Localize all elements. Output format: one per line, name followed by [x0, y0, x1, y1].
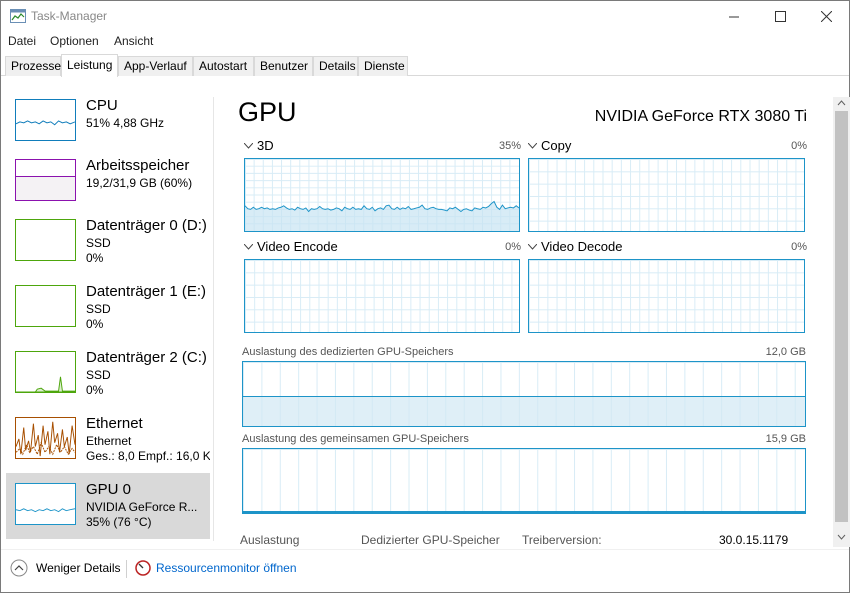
menu-view[interactable]: Ansicht — [114, 34, 153, 48]
shared-memory-fill — [243, 511, 805, 513]
disk-2-thumbnail-graph — [15, 351, 76, 393]
sidebar-item-memory[interactable]: Arbeitsspeicher 19,2/31,9 GB (60%) — [6, 153, 210, 219]
cpu-thumbnail-graph — [15, 99, 76, 141]
sidebar-item-title: Datenträger 1 (E:) — [86, 283, 207, 300]
resource-monitor-icon — [135, 560, 151, 576]
graph-label: Copy — [541, 138, 572, 153]
utilization-label: Auslastung — [240, 533, 300, 547]
tab-processes[interactable]: Prozesse — [5, 56, 61, 76]
sidebar-item-detail: Ethernet — [86, 434, 132, 448]
sidebar-item-disk-0[interactable]: Datenträger 0 (D:) SSD 0% — [6, 213, 210, 279]
chevron-down-icon — [244, 143, 253, 149]
chevron-down-icon — [244, 244, 253, 250]
tab-details[interactable]: Details — [313, 56, 358, 76]
tab-services[interactable]: Dienste — [358, 56, 408, 76]
sidebar-item-detail: SSD — [86, 368, 111, 382]
title-bar: Task-Manager — [1, 1, 849, 32]
sidebar-item-ethernet[interactable]: Ethernet Ethernet Ges.: 8,0 Empf.: 16,0 … — [6, 411, 210, 477]
maximize-button[interactable] — [757, 1, 803, 32]
footer-separator — [126, 560, 127, 578]
sidebar-item-title: Arbeitsspeicher — [86, 157, 190, 174]
graph-label: 3D — [257, 138, 274, 153]
minimize-button[interactable] — [711, 1, 757, 32]
window-title: Task-Manager — [31, 9, 108, 23]
scroll-up-icon[interactable] — [833, 97, 850, 109]
shared-memory-graph — [242, 448, 806, 514]
dedicated-memory-stat-label: Dedizierter GPU-Speicher — [361, 533, 500, 547]
menu-file[interactable]: Datei — [8, 34, 36, 48]
resource-sidebar: CPU 51% 4,88 GHz Arbeitsspeicher 19,2/31… — [1, 93, 213, 543]
resource-monitor-label: Ressourcenmonitor öffnen — [156, 561, 297, 575]
disk-1-thumbnail-graph — [15, 285, 76, 327]
graph-label: Video Encode — [257, 239, 338, 254]
sidebar-item-value: 35% (76 °C) — [86, 515, 152, 529]
close-button[interactable] — [803, 1, 849, 32]
sidebar-item-detail: SSD — [86, 302, 111, 316]
sidebar-item-title: Datenträger 0 (D:) — [86, 217, 207, 234]
menu-options[interactable]: Optionen — [50, 34, 99, 48]
chevron-down-icon — [528, 244, 537, 250]
resource-monitor-link[interactable]: Ressourcenmonitor öffnen — [135, 559, 305, 579]
sidebar-item-value: 0% — [86, 251, 104, 265]
graph-copy-percent: 0% — [791, 140, 807, 152]
footer-bar: Weniger Details Ressourcenmonitor öffnen — [1, 549, 849, 593]
shared-memory-label: Auslastung des gemeinsamen GPU-Speichers — [242, 433, 469, 445]
sidebar-item-title: CPU — [86, 97, 118, 114]
graph-video-decode-percent: 0% — [791, 241, 807, 253]
minimize-icon — [729, 16, 739, 17]
dedicated-memory-max: 12,0 GB — [765, 346, 806, 358]
chevron-down-icon — [528, 143, 537, 149]
sidebar-item-title: GPU 0 — [86, 481, 132, 498]
tab-users[interactable]: Benutzer — [254, 56, 313, 76]
page-title: GPU — [238, 97, 297, 127]
close-icon — [820, 11, 832, 22]
tab-app-history[interactable]: App-Verlauf — [118, 56, 193, 76]
chevron-up-circle-icon — [10, 559, 28, 577]
task-manager-icon — [10, 9, 26, 23]
sidebar-divider — [213, 97, 214, 541]
dedicated-memory-graph — [242, 361, 806, 427]
sidebar-item-detail: SSD — [86, 236, 111, 250]
dedicated-memory-fill — [243, 395, 805, 426]
sidebar-item-value: 0% — [86, 383, 104, 397]
graph-3d-percent: 35% — [498, 140, 521, 152]
dedicated-memory-label: Auslastung des dedizierten GPU-Speichers — [242, 346, 454, 358]
sidebar-item-detail: 19,2/31,9 GB (60%) — [86, 176, 193, 190]
graph-label: Video Decode — [541, 239, 623, 254]
sidebar-item-value: Ges.: 8,0 Empf.: 16,0 KBit — [86, 449, 210, 463]
disk-0-thumbnail-graph — [15, 219, 76, 261]
fewer-details-button[interactable]: Weniger Details — [10, 559, 122, 579]
shared-memory-max: 15,9 GB — [765, 433, 806, 445]
gpu-model-name: NVIDIA GeForce RTX 3080 Ti — [594, 108, 807, 125]
vertical-scrollbar[interactable] — [833, 97, 850, 547]
driver-version-value: 30.0.15.1179 — [719, 533, 789, 547]
sidebar-item-detail: NVIDIA GeForce R... — [86, 500, 198, 514]
scroll-down-icon[interactable] — [833, 531, 850, 543]
task-manager-window: Task-Manager Datei Optionen Ansicht Proz… — [0, 0, 850, 593]
driver-version-label: Treiberversion: — [522, 533, 602, 547]
graph-video-encode-percent: 0% — [505, 241, 521, 253]
gpu-thumbnail-graph — [15, 483, 76, 525]
sidebar-item-disk-1[interactable]: Datenträger 1 (E:) SSD 0% — [6, 279, 210, 345]
sidebar-item-title: Ethernet — [86, 415, 143, 432]
sidebar-item-detail: 51% 4,88 GHz — [86, 116, 165, 130]
graph-copy — [528, 158, 805, 232]
graph-3d — [244, 158, 520, 232]
sidebar-item-gpu-0[interactable]: GPU 0 NVIDIA GeForce R... 35% (76 °C) — [6, 473, 210, 539]
ethernet-thumbnail-graph — [15, 417, 76, 459]
tab-startup[interactable]: Autostart — [193, 56, 254, 76]
maximize-icon — [774, 11, 786, 22]
sidebar-item-value: 0% — [86, 317, 104, 331]
sidebar-item-disk-2[interactable]: Datenträger 2 (C:) SSD 0% — [6, 345, 210, 411]
fewer-details-label: Weniger Details — [36, 561, 121, 575]
menu-bar: Datei Optionen Ansicht — [1, 32, 849, 52]
sidebar-item-title: Datenträger 2 (C:) — [86, 349, 207, 366]
memory-thumbnail-graph — [15, 159, 76, 201]
graph-video-decode — [528, 259, 805, 333]
graph-video-encode — [244, 259, 520, 333]
tab-performance[interactable]: Leistung — [61, 54, 118, 77]
sidebar-item-cpu[interactable]: CPU 51% 4,88 GHz — [6, 93, 210, 159]
tab-bar: Prozesse Leistung App-Verlauf Autostart … — [1, 54, 849, 77]
scrollbar-thumb[interactable] — [835, 111, 848, 522]
